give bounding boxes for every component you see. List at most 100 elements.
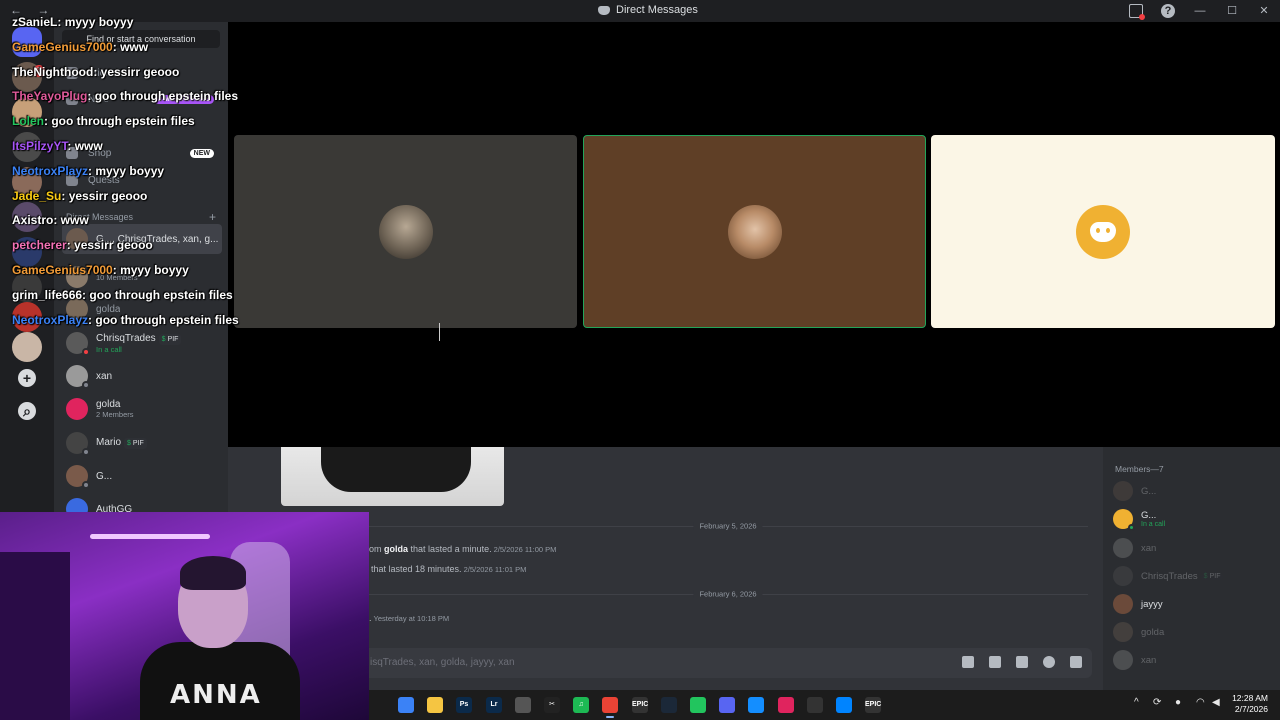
avatar [1113,594,1133,614]
background-door [0,552,70,720]
message-input-placeholder: isqTrades, xan, golda, jayyy, xan [370,657,515,668]
apps-icon[interactable] [1070,656,1082,668]
member-name: xan [1141,654,1157,666]
dm-item[interactable]: Mario $ PIF [62,428,222,458]
messenger-icon[interactable] [836,697,852,713]
gif-icon[interactable] [989,656,1001,668]
stream-chat-message: Axistro: www [12,213,89,227]
member-item[interactable]: ChrisqTrades $ PIF [1113,563,1273,589]
dm-item[interactable]: golda 2 Members [62,394,222,424]
stream-chat-message: ItsPilzyYT: www [12,139,103,153]
file-explorer-icon[interactable] [427,697,443,713]
microsoft-store-icon[interactable] [515,697,531,713]
spotify-icon[interactable]: ♫ [573,697,589,713]
help-icon[interactable]: ? [1161,4,1175,18]
member-item[interactable]: G... In a call [1113,506,1273,532]
dm-item[interactable]: ChrisqTrades $ PIF In a call [62,328,222,358]
clock-date: 2/7/2026 [1234,704,1268,714]
chat-username: NeotroxPlayz [12,163,89,178]
in-call-status: In a call [96,344,122,354]
hd-app-icon[interactable] [778,697,794,713]
obs-icon[interactable] [807,697,823,713]
member-item[interactable]: G... [1113,478,1273,504]
avatar [66,498,88,512]
message-input[interactable]: isqTrades, xan, golda, jayyy, xan [348,648,1092,678]
capcut-icon[interactable]: ✂ [544,697,560,713]
stream-chat-message: grim_life666: goo through epstein files [12,288,233,302]
pif-tag: $ PIF [158,333,182,345]
sticker-icon[interactable] [1016,656,1028,668]
avatar [66,332,90,356]
avatar [1113,650,1133,670]
member-item[interactable]: xan [1113,535,1273,561]
member-name: G... [1141,485,1157,497]
chat-text: : goo through epstein files [82,287,233,302]
chat-username: GameGenius7000 [12,263,113,277]
chat-text: : www [112,39,149,54]
avatar [1113,538,1133,558]
chat-text: : myyy boyyy [88,163,165,178]
call-tile[interactable] [931,135,1275,328]
epic-games-2-icon[interactable]: EPIC [865,697,881,713]
call-system-message: om golda that lasted a minute. 2/5/2026 1… [369,544,557,554]
dm-item[interactable]: AuthGG [62,494,222,512]
dm-name: xan [96,370,113,382]
server-icon-9[interactable] [12,332,42,362]
emoji-icon[interactable] [1043,656,1055,668]
dm-name: G... [96,470,113,482]
dm-subtext: 2 Members [96,410,134,419]
chat-username: GameGenius7000 [12,39,113,54]
member-list: Members—7 G... G... In a call xan Chrisq… [1103,447,1280,690]
in-call-status: In a call [1141,521,1166,528]
gift-icon[interactable] [962,656,974,668]
chat-text: : goo through epstein files [87,89,239,104]
chat-text: : myyy boyyy [57,15,134,29]
chat-text: : www [67,139,103,153]
avatar [1113,481,1133,501]
steam-icon[interactable] [661,697,677,713]
image-attachment[interactable] [281,447,504,506]
tray-overflow-chevron[interactable]: ^ [1134,697,1139,708]
member-item[interactable]: xan [1113,647,1273,673]
microphone-icon[interactable]: ● [1175,697,1181,708]
composer-actions [962,656,1082,668]
call-tile[interactable] [234,135,577,328]
inbox-icon[interactable] [1129,4,1145,20]
dm-name: ChrisqTrades [96,332,156,344]
system-clock[interactable]: 12:28 AM 2/7/2026 [1232,693,1268,715]
battle-net-icon[interactable] [748,697,764,713]
add-server-button[interactable]: + [18,369,36,387]
sync-icon[interactable]: ⟳ [1153,697,1161,708]
window-title-text: Direct Messages [616,4,698,16]
maximize-button[interactable]: ☐ [1225,4,1239,18]
dm-item[interactable]: G... [62,461,222,491]
create-dm-button[interactable]: + [209,210,216,224]
stream-chat-message: zSanieL: myyy boyyy [12,15,133,29]
member-item[interactable]: golda [1113,619,1273,645]
windows-start-icon[interactable] [398,697,414,713]
volume-icon[interactable]: ◀ [1212,697,1220,708]
close-button[interactable]: ✕ [1257,4,1271,18]
date-divider: February 5, 2026 [368,521,1088,531]
streamer-hair [180,556,246,590]
caller-name[interactable]: golda [384,544,408,554]
stream-chat-message: Jade_Su: yessirr geooo [12,189,147,203]
lightroom-icon[interactable]: Lr [486,697,502,713]
discord-icon[interactable] [719,697,735,713]
chat-username: Jade_Su [12,188,62,203]
call-tile-speaking[interactable] [583,135,926,328]
discover-button[interactable]: ⌕ [18,402,36,420]
chrome-icon[interactable] [602,697,618,718]
chat-text: : yessirr geooo [61,188,148,203]
member-item[interactable]: jayyy [1113,591,1273,617]
robinhood-icon[interactable] [690,697,706,713]
wifi-icon[interactable]: ◠ [1196,697,1205,708]
stream-chat-message: NeotroxPlayz: goo through epstein files [12,313,239,327]
photoshop-icon[interactable]: Ps [456,697,472,713]
new-badge: NEW [189,148,214,158]
pif-tag: $ PIF [1200,572,1224,580]
minimize-button[interactable]: — [1193,4,1207,18]
member-name: jayyy [1141,598,1163,610]
dm-item[interactable]: xan [62,361,222,391]
epic-games-icon[interactable]: EPIC [632,697,648,713]
